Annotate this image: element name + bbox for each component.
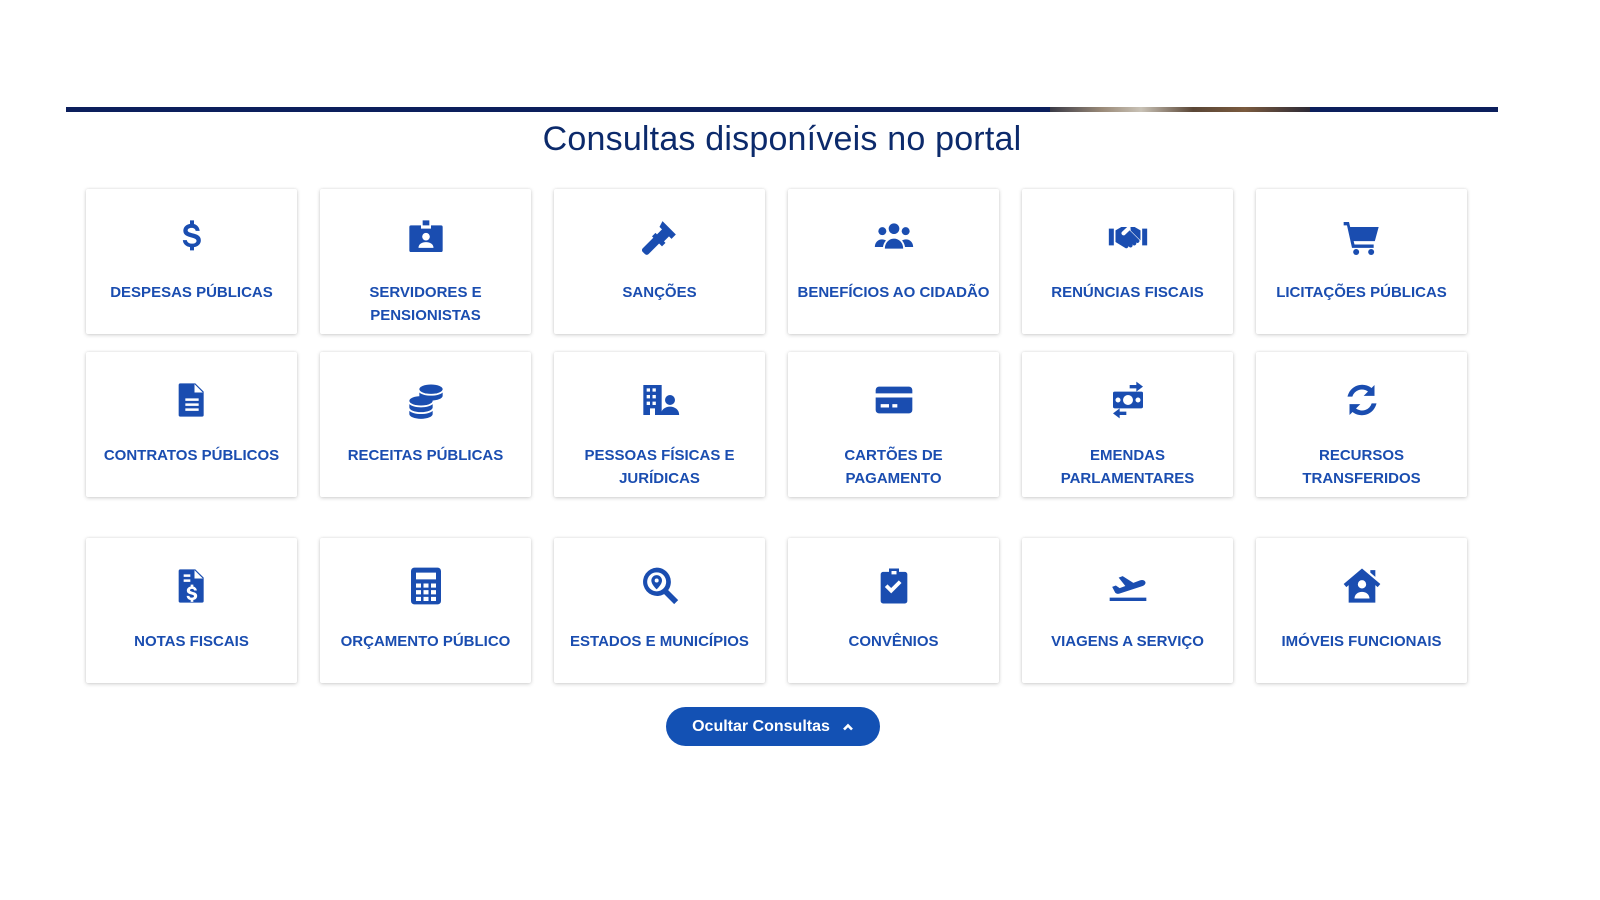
card-label: EMENDAS PARLAMENTARES — [1060, 447, 1195, 487]
calculator-icon — [320, 566, 531, 606]
credit-card-icon — [788, 380, 999, 420]
building-user-icon — [554, 380, 765, 420]
card-label: LICITAÇÕES PÚBLICAS — [1276, 284, 1447, 301]
card-label: PESSOAS FÍSICAS E JURÍDICAS — [584, 447, 735, 487]
plane-departure-icon — [1022, 566, 1233, 606]
document-icon — [86, 380, 297, 420]
card-label: RECURSOS TRANSFERIDOS — [1302, 447, 1421, 487]
card-label: RECEITAS PÚBLICAS — [347, 447, 504, 464]
chevron-up-icon — [842, 721, 854, 733]
card-label: CONVÊNIOS — [848, 633, 939, 650]
card-label: IMÓVEIS FUNCIONAIS — [1281, 633, 1442, 650]
card-receitas-publicas[interactable]: RECEITAS PÚBLICAS — [320, 352, 531, 497]
section-title: Consultas disponíveis no portal — [542, 120, 1022, 158]
coins-icon — [320, 380, 531, 420]
card-label: VIAGENS A SERVIÇO — [1051, 633, 1204, 650]
card-recursos-transferidos[interactable]: RECURSOS TRANSFERIDOS — [1256, 352, 1467, 497]
card-licitacoes-publicas[interactable]: LICITAÇÕES PÚBLICAS — [1256, 189, 1467, 334]
card-label: SERVIDORES E PENSIONISTAS — [369, 284, 482, 324]
map-search-icon — [554, 566, 765, 606]
card-label: SANÇÕES — [622, 284, 697, 301]
card-emendas-parlamentares[interactable]: EMENDAS PARLAMENTARES — [1022, 352, 1233, 497]
card-label: ORÇAMENTO PÚBLICO — [340, 633, 511, 650]
money-transfer-icon — [1022, 380, 1233, 420]
card-sancoes[interactable]: SANÇÕES — [554, 189, 765, 334]
card-notas-fiscais[interactable]: NOTAS FISCAIS — [86, 538, 297, 683]
card-servidores-pensionistas[interactable]: SERVIDORES E PENSIONISTAS — [320, 189, 531, 334]
card-label: DESPESAS PÚBLICAS — [110, 284, 273, 301]
card-contratos-publicos[interactable]: CONTRATOS PÚBLICOS — [86, 352, 297, 497]
card-renuncias-fiscais[interactable]: RENÚNCIAS FISCAIS — [1022, 189, 1233, 334]
dollar-icon — [86, 217, 297, 257]
card-orcamento-publico[interactable]: ORÇAMENTO PÚBLICO — [320, 538, 531, 683]
hide-consultas-button[interactable]: Ocultar Consultas — [666, 707, 880, 746]
shopping-cart-icon — [1256, 217, 1467, 257]
card-label: RENÚNCIAS FISCAIS — [1051, 284, 1204, 301]
card-beneficios-cidadao[interactable]: BENEFÍCIOS AO CIDADÃO — [788, 189, 999, 334]
consultas-page: Consultas disponíveis no portal DESPESAS… — [0, 0, 1600, 900]
card-label: CONTRATOS PÚBLICOS — [103, 447, 280, 464]
card-label: ESTADOS E MUNICÍPIOS — [570, 633, 749, 650]
users-icon — [788, 217, 999, 257]
hide-consultas-label: Ocultar Consultas — [692, 717, 830, 735]
card-cartoes-pagamento[interactable]: CARTÕES DE PAGAMENTO — [788, 352, 999, 497]
gavel-icon — [554, 217, 765, 257]
clipboard-check-icon — [788, 566, 999, 606]
card-label: NOTAS FISCAIS — [134, 633, 249, 650]
id-badge-icon — [320, 217, 531, 257]
sync-icon — [1256, 380, 1467, 420]
card-imoveis-funcionais[interactable]: IMÓVEIS FUNCIONAIS — [1256, 538, 1467, 683]
card-viagens-servico[interactable]: VIAGENS A SERVIÇO — [1022, 538, 1233, 683]
invoice-dollar-icon — [86, 566, 297, 606]
card-convenios[interactable]: CONVÊNIOS — [788, 538, 999, 683]
card-despesas-publicas[interactable]: DESPESAS PÚBLICAS — [86, 189, 297, 334]
house-user-icon — [1256, 566, 1467, 606]
card-label: CARTÕES DE PAGAMENTO — [844, 447, 943, 487]
card-estados-municipios[interactable]: ESTADOS E MUNICÍPIOS — [554, 538, 765, 683]
banner-image-strip — [1050, 107, 1310, 112]
card-pessoas-fisicas-juridicas[interactable]: PESSOAS FÍSICAS E JURÍDICAS — [554, 352, 765, 497]
handshake-icon — [1022, 217, 1233, 257]
card-label: BENEFÍCIOS AO CIDADÃO — [797, 284, 990, 301]
